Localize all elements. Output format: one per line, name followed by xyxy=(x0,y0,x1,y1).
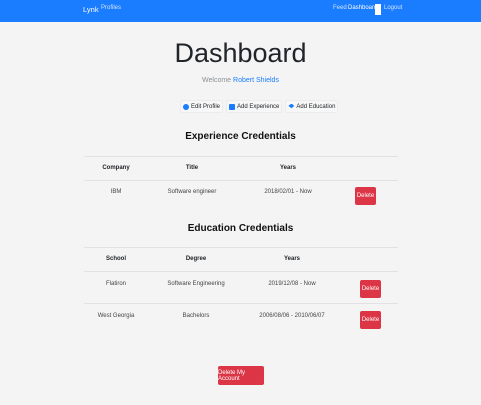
school-cell: Flatiron xyxy=(105,281,126,287)
column-header-degree: Degree xyxy=(185,256,207,262)
table-row: IBM Software engineer 2018/02/01 - Now D… xyxy=(84,181,398,211)
experience-table: Company Title Years IBM Software enginee… xyxy=(84,156,398,211)
experience-table-header: Company Title Years xyxy=(84,156,398,181)
graduation-cap-icon xyxy=(288,103,295,109)
briefcase-icon xyxy=(229,103,236,110)
column-header-years: Years xyxy=(279,165,297,171)
brand-link[interactable]: Lynk xyxy=(83,5,99,14)
delete-experience-button[interactable]: Delete xyxy=(355,187,376,205)
user-name: Robert Shields xyxy=(233,77,279,84)
user-icon[interactable] xyxy=(375,4,381,15)
column-header-years: Years xyxy=(283,256,301,262)
column-header-company: Company xyxy=(102,165,130,171)
column-header-school: School xyxy=(105,256,126,262)
table-row: West Georgia Bachelors 2006/08/06 - 2010… xyxy=(84,304,398,336)
navbar: Lynk Profiles Feed Dashboard Logout xyxy=(0,0,481,22)
welcome-text: Welcome Robert Shields xyxy=(0,77,481,84)
delete-account-button[interactable]: Delete My Account xyxy=(218,366,264,385)
table-row: Flatiron Software Engineering 2019/12/08… xyxy=(84,272,398,304)
school-cell: West Georgia xyxy=(97,313,135,319)
add-experience-button[interactable]: Add Experience xyxy=(226,100,283,113)
dashboard-actions: Edit Profile Add Experience Add Educatio… xyxy=(180,100,339,113)
years-cell: 2019/12/08 - Now xyxy=(268,281,316,287)
add-education-button[interactable]: Add Education xyxy=(285,100,339,113)
nav-feed-link[interactable]: Feed xyxy=(333,5,347,11)
nav-profiles-link[interactable]: Profiles xyxy=(101,5,121,11)
nav-logout-link[interactable]: Logout xyxy=(384,5,402,11)
edit-profile-button[interactable]: Edit Profile xyxy=(180,100,224,113)
delete-education-button[interactable]: Delete xyxy=(360,311,381,329)
user-circle-icon xyxy=(183,103,189,110)
education-section-title: Education Credentials xyxy=(187,223,294,234)
years-cell: 2018/02/01 - Now xyxy=(264,189,312,195)
add-education-label: Add Education xyxy=(296,103,336,110)
delete-education-button[interactable]: Delete xyxy=(360,280,381,298)
degree-cell: Bachelors xyxy=(182,313,210,319)
nav-dashboard-link[interactable]: Dashboard xyxy=(348,5,377,11)
experience-section-title: Experience Credentials xyxy=(185,131,296,142)
company-cell: IBM xyxy=(110,189,122,195)
education-table-header: School Degree Years xyxy=(84,247,398,272)
column-header-title: Title xyxy=(185,165,199,171)
years-cell: 2006/08/06 - 2010/06/07 xyxy=(259,313,325,319)
page-title: Dashboard xyxy=(174,38,307,68)
title-cell: Software engineer xyxy=(167,189,217,195)
welcome-prefix: Welcome xyxy=(202,77,232,84)
education-table: School Degree Years Flatiron Software En… xyxy=(84,247,398,336)
degree-cell: Software Engineering xyxy=(167,281,225,287)
edit-profile-label: Edit Profile xyxy=(191,103,221,110)
add-experience-label: Add Experience xyxy=(237,103,280,110)
